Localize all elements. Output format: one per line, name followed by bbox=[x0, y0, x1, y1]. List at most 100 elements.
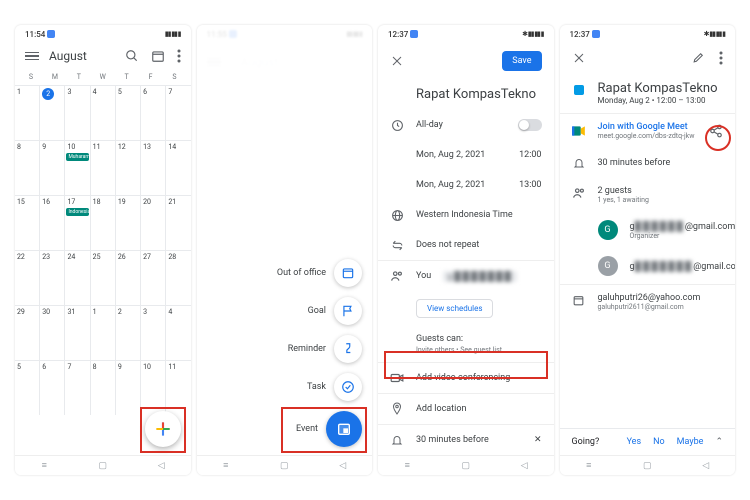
calendar-day[interactable]: 11 bbox=[91, 141, 116, 195]
calendar-day[interactable]: 2 bbox=[116, 306, 141, 360]
calendar-day[interactable]: 25 bbox=[91, 251, 116, 305]
calendar-day[interactable]: 23 bbox=[40, 251, 65, 305]
start-row[interactable]: Mon, Aug 2, 202112:00 bbox=[378, 140, 554, 170]
calendar-day[interactable]: 8 bbox=[15, 141, 40, 195]
calendar-day[interactable]: 28 bbox=[166, 251, 190, 305]
calendar-day[interactable]: 3 bbox=[141, 306, 166, 360]
speed-dial-reminder[interactable]: Reminder bbox=[288, 335, 362, 363]
calendar-day[interactable]: 31 bbox=[65, 306, 90, 360]
view-schedules-button[interactable]: View schedules bbox=[416, 299, 493, 318]
nav-home-icon[interactable]: ▢ bbox=[279, 461, 289, 471]
calendar-day[interactable]: 26 bbox=[116, 251, 141, 305]
calendar-day[interactable]: 1 bbox=[15, 86, 40, 140]
android-navbar: ≡ ▢ ◁ bbox=[378, 455, 554, 475]
edit-icon[interactable] bbox=[692, 51, 705, 65]
task-icon bbox=[334, 373, 362, 401]
close-icon[interactable] bbox=[572, 51, 586, 65]
calendar-day[interactable]: 15 bbox=[15, 196, 40, 250]
calendar-day[interactable]: 3 bbox=[65, 86, 90, 140]
calendar-day[interactable]: 5 bbox=[15, 361, 40, 415]
repeat-row[interactable]: Does not repeat bbox=[378, 230, 554, 260]
more-icon[interactable] bbox=[719, 51, 723, 65]
calendar-day[interactable]: 17Indonesia bbox=[65, 196, 90, 250]
calendar-day[interactable]: 29 bbox=[15, 306, 40, 360]
speed-dial-goal[interactable]: Goal bbox=[308, 297, 362, 325]
calendar-day[interactable]: 16 bbox=[40, 196, 65, 250]
calendar-day[interactable]: 22 bbox=[15, 251, 40, 305]
flag-icon bbox=[334, 297, 362, 325]
calendar-day[interactable]: 27 bbox=[141, 251, 166, 305]
event-detail-screen: 12:37 ✱ ▮▮ ▮▮ ▮ Rapat KompasTeknoMonday,… bbox=[560, 25, 736, 475]
calendar-day[interactable]: 19 bbox=[116, 196, 141, 250]
more-icon[interactable] bbox=[177, 49, 181, 63]
calendar-day[interactable]: 9 bbox=[116, 361, 141, 415]
highlight-fab bbox=[140, 407, 186, 453]
nav-back-icon[interactable]: ◁ bbox=[701, 461, 711, 471]
calendar-day[interactable]: 21 bbox=[166, 196, 190, 250]
month-label[interactable]: August bbox=[49, 49, 87, 63]
calendar-day[interactable]: 6 bbox=[40, 361, 65, 415]
speed-dial-task[interactable]: Task bbox=[307, 373, 362, 401]
day-of-week-row: SMTWTFS bbox=[15, 69, 191, 85]
status-app-icon bbox=[410, 30, 418, 38]
nav-home-icon[interactable]: ▢ bbox=[642, 461, 652, 471]
calendar-day[interactable]: 30 bbox=[40, 306, 65, 360]
nav-menu-icon[interactable]: ≡ bbox=[39, 461, 49, 471]
calendar-day[interactable]: 2 bbox=[40, 86, 65, 140]
calendar-day[interactable]: 7 bbox=[166, 86, 190, 140]
calendar-day[interactable]: 12 bbox=[116, 141, 141, 195]
calendar-grid[interactable]: 12345678910Muharam11121314151617Indonesi… bbox=[15, 85, 191, 415]
save-button[interactable]: Save bbox=[502, 51, 541, 71]
guests-row[interactable]: 2 guests1 yes, 1 awaiting bbox=[560, 178, 736, 212]
calendar-day[interactable]: 13 bbox=[141, 141, 166, 195]
bell-icon bbox=[572, 156, 586, 170]
calendar-day[interactable]: 10Muharam bbox=[65, 141, 90, 195]
nav-back-icon[interactable]: ◁ bbox=[338, 461, 348, 471]
expand-icon[interactable]: ⌃ bbox=[715, 437, 723, 447]
calendar-day[interactable]: 24 bbox=[65, 251, 90, 305]
menu-icon[interactable] bbox=[25, 52, 39, 61]
detail-reminder-row[interactable]: 30 minutes before bbox=[560, 148, 736, 178]
add-location-row[interactable]: Add location bbox=[378, 393, 554, 424]
close-icon[interactable] bbox=[390, 54, 404, 68]
organizer-email-row[interactable]: galuhputri26@yahoo.comgaluhputri2611@gma… bbox=[560, 284, 736, 319]
calendar-day[interactable]: 6 bbox=[141, 86, 166, 140]
rsvp-yes[interactable]: Yes bbox=[627, 437, 642, 447]
search-icon[interactable] bbox=[125, 49, 139, 63]
today-icon[interactable] bbox=[151, 49, 165, 63]
speed-dial-out-of-office[interactable]: Out of office bbox=[277, 259, 362, 287]
calendar-day[interactable]: 7 bbox=[65, 361, 90, 415]
event-title-input[interactable]: Rapat KompasTekno bbox=[416, 87, 536, 102]
remove-reminder-icon[interactable]: ✕ bbox=[534, 435, 542, 445]
calendar-day[interactable]: 14 bbox=[166, 141, 190, 195]
timezone-row[interactable]: Western Indonesia Time bbox=[378, 200, 554, 230]
bell-icon bbox=[390, 433, 404, 447]
rsvp-maybe[interactable]: Maybe bbox=[677, 437, 704, 447]
end-row[interactable]: Mon, Aug 2, 202113:00 bbox=[378, 170, 554, 200]
nav-back-icon[interactable]: ◁ bbox=[156, 461, 166, 471]
nav-menu-icon[interactable]: ≡ bbox=[221, 461, 231, 471]
calendar-day[interactable]: 20 bbox=[141, 196, 166, 250]
guest-item-2[interactable]: Gg███████@gmail.com bbox=[560, 248, 736, 284]
calendar-day[interactable]: 8 bbox=[91, 361, 116, 415]
calendar-day[interactable]: 1 bbox=[91, 306, 116, 360]
calendar-day[interactable]: 5 bbox=[116, 86, 141, 140]
meet-icon bbox=[572, 124, 586, 138]
nav-home-icon[interactable]: ▢ bbox=[461, 461, 471, 471]
calendar-day[interactable]: 18 bbox=[91, 196, 116, 250]
nav-home-icon[interactable]: ▢ bbox=[98, 461, 108, 471]
guest-item-1[interactable]: Gg██████@gmail.comOrganizer bbox=[560, 212, 736, 248]
nav-menu-icon[interactable]: ≡ bbox=[584, 461, 594, 471]
reminder-row[interactable]: 30 minutes before✕ bbox=[378, 424, 554, 455]
rsvp-no[interactable]: No bbox=[653, 437, 665, 447]
nav-menu-icon[interactable]: ≡ bbox=[402, 461, 412, 471]
guest-input[interactable]: g███████ bbox=[443, 271, 517, 282]
nav-back-icon[interactable]: ◁ bbox=[519, 461, 529, 471]
people-row[interactable]: Youg███████ bbox=[378, 260, 554, 291]
calendar-day[interactable]: 9 bbox=[40, 141, 65, 195]
status-time: 12:37 bbox=[570, 30, 590, 39]
calendar-day[interactable]: 4 bbox=[166, 306, 190, 360]
allday-row[interactable]: All-day bbox=[378, 110, 554, 140]
allday-toggle[interactable] bbox=[518, 119, 542, 131]
calendar-day[interactable]: 4 bbox=[91, 86, 116, 140]
